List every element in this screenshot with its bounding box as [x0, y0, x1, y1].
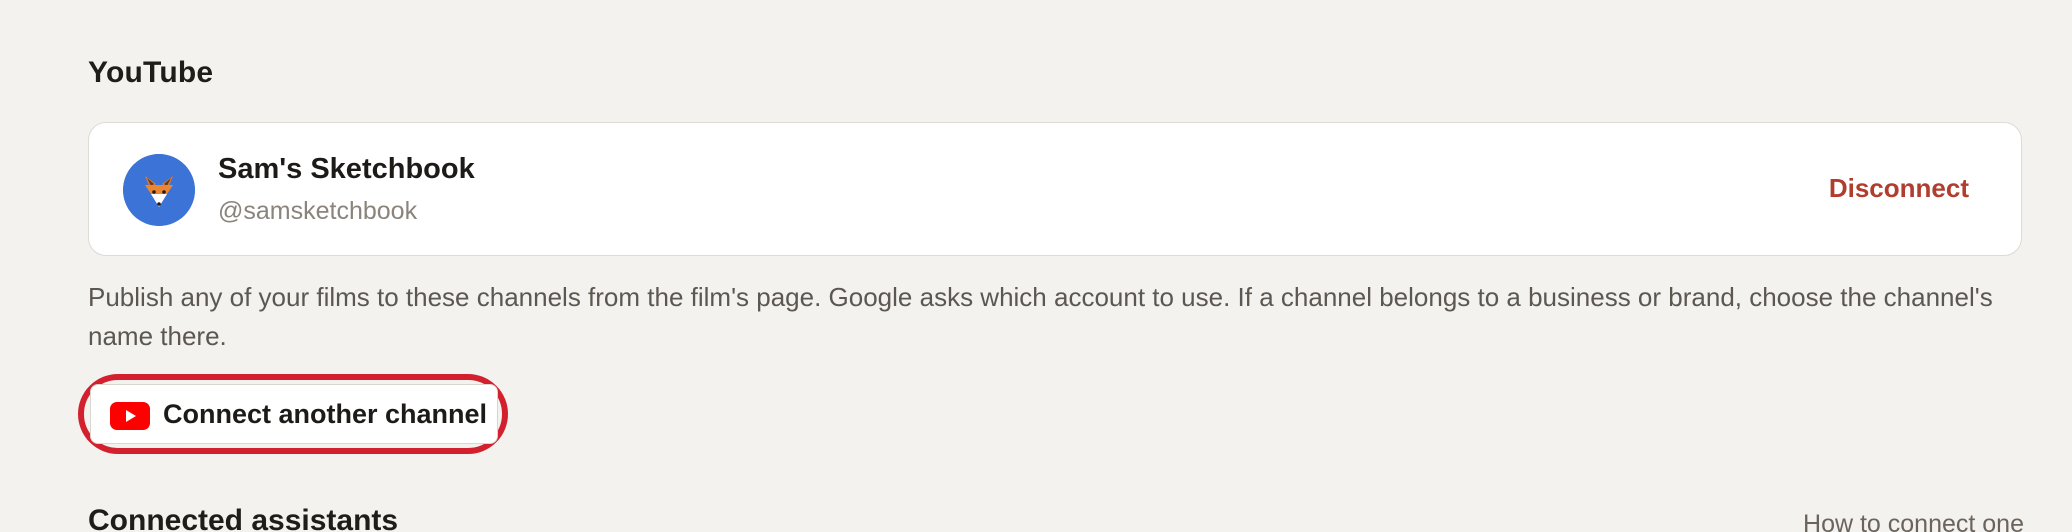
connect-another-channel-button[interactable]: Connect another channel	[90, 384, 498, 444]
youtube-icon	[110, 402, 150, 430]
fox-avatar-icon	[123, 154, 195, 226]
youtube-help-text: Publish any of your films to these chann…	[88, 282, 1993, 351]
connect-button-label: Connect another channel	[163, 399, 488, 429]
youtube-channel-card: Sam's Sketchbook @samsketchbook Disconne…	[88, 122, 2022, 256]
youtube-section-title: YouTube	[88, 56, 214, 89]
channel-name: Sam's Sketchbook	[218, 153, 475, 185]
how-to-connect-link[interactable]: How to connect one	[1803, 510, 2024, 532]
channel-handle: @samsketchbook	[218, 197, 418, 225]
connected-assistants-title: Connected assistants	[88, 504, 399, 532]
disconnect-button[interactable]: Disconnect	[1829, 173, 1969, 204]
settings-page: YouTube Sam's Sketchbook @samsketchbook …	[0, 0, 2072, 532]
